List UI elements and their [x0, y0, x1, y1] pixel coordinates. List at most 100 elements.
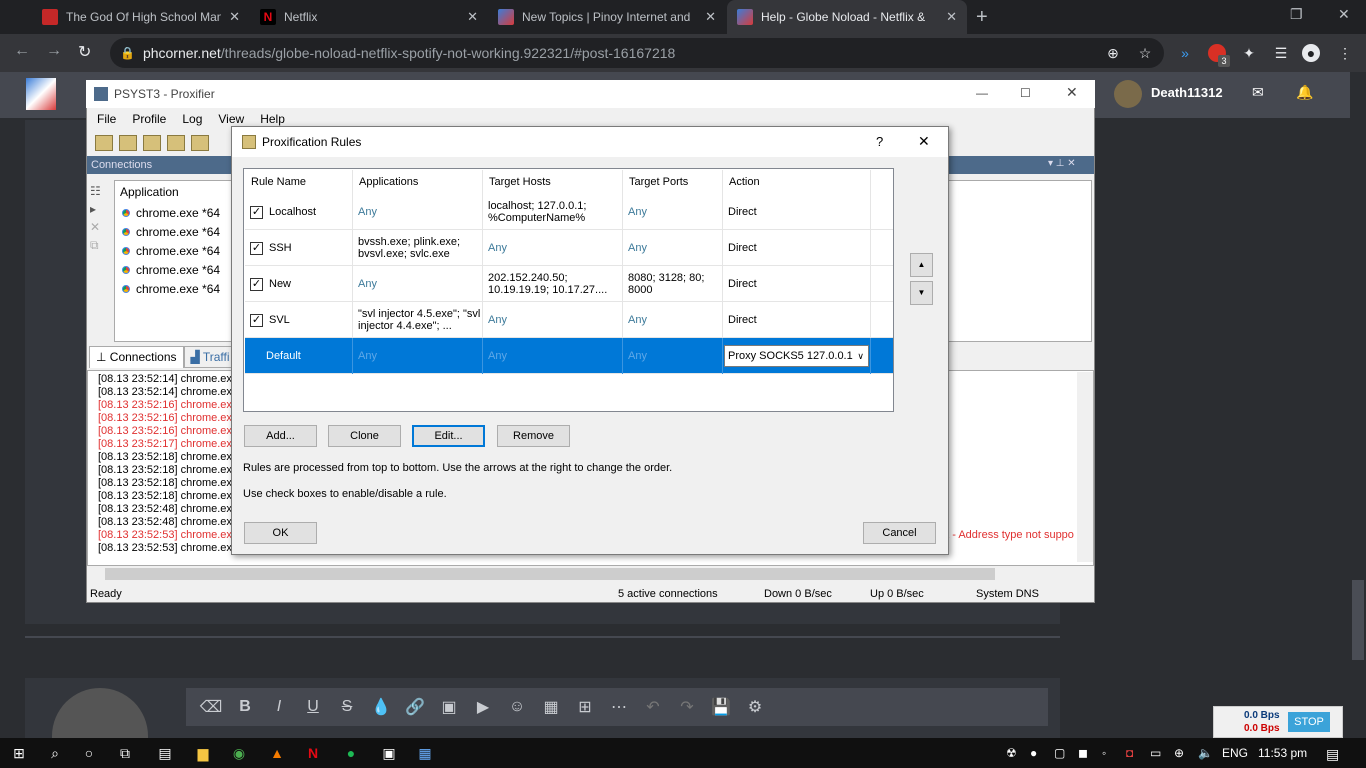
- tab-close-icon[interactable]: ✕: [946, 9, 957, 25]
- site-logo[interactable]: [26, 78, 56, 110]
- link-icon[interactable]: 🔗: [398, 697, 432, 717]
- log-hscrollbar-thumb[interactable]: [105, 568, 995, 580]
- reading-list-icon[interactable]: ☰: [1272, 44, 1290, 62]
- save-draft-icon[interactable]: 💾: [704, 697, 738, 717]
- minimize-icon[interactable]: —: [976, 86, 988, 100]
- log-vscrollbar[interactable]: [1077, 372, 1093, 562]
- tray-icon[interactable]: ◼: [1078, 746, 1088, 760]
- toolbar-rules-icon[interactable]: [119, 135, 137, 151]
- rule-enabled-checkbox[interactable]: ✓: [250, 313, 263, 327]
- tray-spotify-icon[interactable]: ●: [1030, 746, 1037, 760]
- underline-icon[interactable]: U: [296, 698, 330, 716]
- puzzle-extensions-icon[interactable]: ✦: [1240, 44, 1258, 62]
- browser-tab-3[interactable]: New Topics | Pinoy Internet and ✕: [488, 0, 726, 34]
- cortana-icon[interactable]: ○: [80, 744, 98, 762]
- clock[interactable]: 11:53 pm: [1258, 746, 1307, 760]
- spotify-icon[interactable]: ●: [342, 744, 360, 762]
- menu-kebab-icon[interactable]: ⋮: [1336, 44, 1354, 62]
- move-up-button[interactable]: ▲: [910, 253, 933, 277]
- file-explorer-icon[interactable]: ▆: [194, 744, 212, 762]
- taskbar-app-icon[interactable]: ▣: [380, 744, 398, 762]
- kill-connection-icon[interactable]: ✕: [90, 220, 112, 234]
- image-icon[interactable]: ▣: [432, 697, 466, 717]
- application-column-header[interactable]: Application: [116, 182, 236, 202]
- bold-icon[interactable]: B: [228, 698, 262, 716]
- add-icon[interactable]: ⊕: [1104, 44, 1122, 62]
- smiley-icon[interactable]: ☺: [500, 698, 534, 716]
- mail-icon[interactable]: ✉: [1252, 84, 1264, 101]
- volume-icon[interactable]: 🔈: [1198, 746, 1213, 760]
- connection-row[interactable]: chrome.exe *64: [120, 225, 220, 239]
- extension-wave-icon[interactable]: »: [1176, 44, 1194, 62]
- rule-row[interactable]: ✓ SVL "svl injector 4.5.exe"; "svl inject…: [245, 302, 893, 338]
- connection-row[interactable]: chrome.exe *64: [120, 244, 220, 258]
- rule-row[interactable]: ✓ SSH bvssh.exe; plink.exe; bvsvl.exe; sv…: [245, 230, 893, 266]
- italic-icon[interactable]: I: [262, 698, 296, 716]
- toolbar-proxy-icon[interactable]: [95, 135, 113, 151]
- bell-icon[interactable]: 🔔: [1296, 84, 1313, 101]
- add-button[interactable]: Add...: [244, 425, 317, 447]
- expand-arrow-icon[interactable]: ▸: [90, 202, 112, 216]
- connection-row[interactable]: chrome.exe *64: [120, 282, 220, 296]
- redo-icon[interactable]: ↷: [670, 697, 704, 717]
- tab-traffic[interactable]: ▟ Traffi: [183, 346, 237, 368]
- bookmark-star-icon[interactable]: ☆: [1136, 44, 1154, 62]
- toolbar-log-icon[interactable]: [167, 135, 185, 151]
- ok-button[interactable]: OK: [244, 522, 317, 544]
- language-indicator[interactable]: ENG: [1222, 746, 1248, 760]
- clone-button[interactable]: Clone: [328, 425, 401, 447]
- chrome-taskbar-icon[interactable]: ◉: [230, 744, 248, 762]
- task-view-icon[interactable]: ⧉: [116, 744, 134, 762]
- action-select[interactable]: Proxy SOCKS5 127.0.0.1 ∨: [724, 345, 869, 367]
- edit-button[interactable]: Edit...: [412, 425, 485, 447]
- restore-window-icon[interactable]: ❐: [1290, 6, 1303, 23]
- tab-close-icon[interactable]: ✕: [467, 9, 478, 25]
- back-icon[interactable]: ←: [14, 42, 30, 60]
- search-icon[interactable]: ⌕: [46, 744, 64, 762]
- col-rule-name[interactable]: Rule Name: [245, 170, 353, 194]
- undo-icon[interactable]: ↶: [636, 697, 670, 717]
- color-drop-icon[interactable]: 💧: [364, 697, 398, 717]
- col-target-hosts[interactable]: Target Hosts: [483, 170, 623, 194]
- netflix-taskbar-icon[interactable]: N: [304, 744, 322, 762]
- network-globe-icon[interactable]: ⊕: [1174, 746, 1184, 760]
- cancel-button[interactable]: Cancel: [863, 522, 936, 544]
- copy-icon[interactable]: ⧉: [90, 238, 112, 253]
- eraser-icon[interactable]: ⌫: [194, 697, 228, 717]
- tray-icon[interactable]: ☢: [1006, 746, 1017, 760]
- col-applications[interactable]: Applications: [353, 170, 483, 194]
- rule-enabled-checkbox[interactable]: ✓: [250, 241, 263, 255]
- page-scrollbar-thumb[interactable]: [1352, 580, 1364, 660]
- stop-button[interactable]: STOP: [1288, 712, 1330, 732]
- action-center-icon[interactable]: ▤: [1326, 746, 1339, 763]
- toolbar-dns-icon[interactable]: [143, 135, 161, 151]
- address-bar[interactable]: 🔒 phcorner.net/threads/globe-noload-netf…: [110, 38, 1164, 68]
- help-button[interactable]: ?: [876, 134, 883, 149]
- rule-enabled-checkbox[interactable]: ✓: [250, 277, 263, 291]
- browser-tab-4[interactable]: Help - Globe Noload - Netflix & ✕: [727, 0, 967, 34]
- col-action[interactable]: Action: [723, 170, 871, 194]
- profile-avatar-icon[interactable]: ●: [1302, 44, 1320, 62]
- rule-enabled-checkbox[interactable]: ✓: [250, 205, 263, 219]
- connection-row[interactable]: chrome.exe *64: [120, 263, 220, 277]
- tab-connections[interactable]: ⊥ Connections: [89, 346, 184, 368]
- gif-icon[interactable]: ▦: [534, 697, 568, 717]
- vlc-icon[interactable]: ▲: [268, 744, 286, 762]
- battery-icon[interactable]: ▭: [1150, 746, 1161, 760]
- close-window-icon[interactable]: ✕: [1338, 6, 1350, 23]
- menu-help[interactable]: Help: [260, 112, 285, 126]
- windows-start-icon[interactable]: ⊞: [10, 744, 28, 762]
- menu-view[interactable]: View: [218, 112, 244, 126]
- close-icon[interactable]: ✕: [1066, 84, 1078, 101]
- taskbar-app-icon[interactable]: ▤: [156, 744, 174, 762]
- proxifier-taskbar-icon[interactable]: ▦: [416, 744, 434, 762]
- table-icon[interactable]: ⊞: [568, 697, 602, 717]
- menu-log[interactable]: Log: [182, 112, 202, 126]
- settings-gear-icon[interactable]: ⚙: [738, 697, 772, 717]
- video-icon[interactable]: ▶: [466, 697, 500, 717]
- remove-button[interactable]: Remove: [497, 425, 570, 447]
- move-down-button[interactable]: ▼: [910, 281, 933, 305]
- tray-icon[interactable]: ◘: [1126, 746, 1133, 760]
- tray-icon[interactable]: ▢: [1054, 746, 1065, 760]
- reload-icon[interactable]: ↻: [78, 42, 91, 62]
